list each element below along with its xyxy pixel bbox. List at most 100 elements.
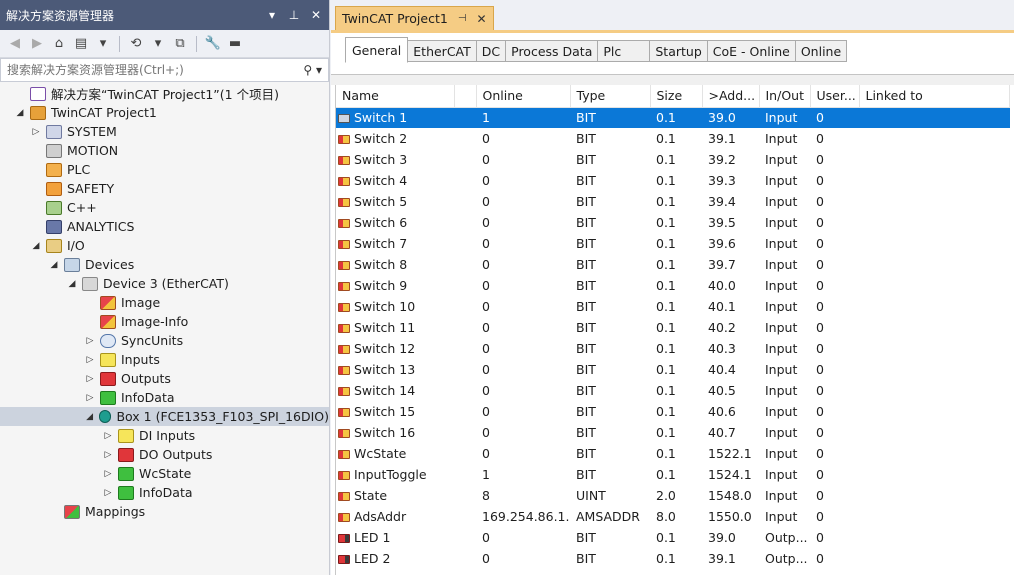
cell-linked-to[interactable] [859, 527, 1010, 548]
cell-online[interactable]: 0 [476, 254, 570, 275]
cell-inout[interactable]: Input [759, 443, 810, 464]
cell-online[interactable]: 0 [476, 548, 570, 569]
expand-arrow-icon[interactable]: ▷ [84, 393, 96, 403]
cell-addr[interactable]: 40.3 [702, 338, 759, 359]
cell-linked-to[interactable] [859, 170, 1010, 191]
cell-online[interactable]: 0 [476, 380, 570, 401]
cell-size[interactable]: 0.1 [650, 254, 702, 275]
column-header-address[interactable]: >Add... [702, 85, 760, 108]
table-row[interactable]: Switch 14 0 BIT 0.1 40.5 Input 0 [336, 380, 1010, 401]
cell-name[interactable]: Switch 13 [336, 359, 476, 380]
cell-type[interactable]: BIT [570, 212, 650, 233]
cell-addr[interactable]: 40.0 [702, 275, 759, 296]
cell-addr[interactable]: 39.1 [702, 548, 759, 569]
cell-size[interactable]: 0.1 [650, 296, 702, 317]
tab-startup[interactable]: Startup [650, 40, 708, 62]
cell-inout[interactable]: Input [759, 401, 810, 422]
tree-node-wcstate[interactable]: ▷ WcState [0, 464, 329, 483]
cell-type[interactable]: BIT [570, 149, 650, 170]
table-row[interactable]: Switch 3 0 BIT 0.1 39.2 Input 0 [336, 149, 1010, 170]
collapse-arrow-icon[interactable]: ◢ [14, 108, 26, 118]
cell-size[interactable]: 0.1 [650, 170, 702, 191]
cell-inout[interactable]: Outp... [759, 527, 810, 548]
cell-addr[interactable]: 39.6 [702, 233, 759, 254]
cell-name[interactable]: Switch 9 [336, 275, 476, 296]
cell-addr[interactable]: 1550.0 [702, 506, 759, 527]
table-row[interactable]: Switch 15 0 BIT 0.1 40.6 Input 0 [336, 401, 1010, 422]
cell-addr[interactable]: 39.2 [702, 149, 759, 170]
close-icon[interactable]: ✕ [307, 6, 325, 24]
expand-arrow-icon[interactable]: ▷ [102, 469, 114, 479]
cell-linked-to[interactable] [859, 506, 1010, 527]
cell-type[interactable]: BIT [570, 275, 650, 296]
table-row[interactable]: Switch 10 0 BIT 0.1 40.1 Input 0 [336, 296, 1010, 317]
table-row[interactable]: InputToggle 1 BIT 0.1 1524.1 Input 0 [336, 464, 1010, 485]
cell-linked-to[interactable] [859, 359, 1010, 380]
cell-addr[interactable]: 39.3 [702, 170, 759, 191]
cell-linked-to[interactable] [859, 254, 1010, 275]
cell-inout[interactable]: Input [759, 506, 810, 527]
cell-name[interactable]: Switch 14 [336, 380, 476, 401]
cell-addr[interactable]: 1548.0 [702, 485, 759, 506]
cell-user[interactable]: 0 [810, 464, 859, 485]
table-row[interactable]: AdsAddr 169.254.86.1... AMSADDR 8.0 1550.0 In… [336, 506, 1010, 527]
cell-size[interactable]: 0.1 [650, 128, 702, 149]
cell-user[interactable]: 0 [810, 191, 859, 212]
cell-type[interactable]: UINT [570, 485, 650, 506]
cell-type[interactable]: BIT [570, 527, 650, 548]
table-row[interactable]: Switch 7 0 BIT 0.1 39.6 Input 0 [336, 233, 1010, 254]
table-row[interactable]: Switch 11 0 BIT 0.1 40.2 Input 0 [336, 317, 1010, 338]
tree-node-solution[interactable]: 解决方案“TwinCAT Project1”(1 个项目) [0, 84, 329, 103]
table-row[interactable]: Switch 9 0 BIT 0.1 40.0 Input 0 [336, 275, 1010, 296]
cell-addr[interactable]: 39.7 [702, 254, 759, 275]
cell-type[interactable]: AMSADDR [570, 506, 650, 527]
cell-user[interactable]: 0 [810, 548, 859, 569]
switch-views-dropdown-icon[interactable]: ▾ [94, 35, 112, 53]
column-header-inout[interactable]: In/Out [759, 85, 811, 108]
cell-online[interactable]: 0 [476, 212, 570, 233]
tree-node-infodata[interactable]: ▷ InfoData [0, 388, 329, 407]
collapse-arrow-icon[interactable]: ◢ [30, 241, 42, 251]
pending-changes-dropdown-icon[interactable]: ▾ [149, 35, 167, 53]
expand-arrow-icon[interactable]: ▷ [84, 374, 96, 384]
cell-user[interactable]: 0 [810, 380, 859, 401]
expand-arrow-icon[interactable]: ▷ [84, 336, 96, 346]
cell-online[interactable]: 0 [476, 191, 570, 212]
cell-addr[interactable]: 40.1 [702, 296, 759, 317]
cell-name[interactable]: Switch 16 [336, 422, 476, 443]
tree-node-cpp[interactable]: C++ [0, 198, 329, 217]
splitter-bar[interactable] [331, 75, 1014, 85]
cell-name[interactable]: Switch 7 [336, 233, 476, 254]
cell-online[interactable]: 8 [476, 485, 570, 506]
cell-size[interactable]: 0.1 [650, 380, 702, 401]
expand-arrow-icon[interactable]: ▷ [102, 431, 114, 441]
column-header-user[interactable]: User... [810, 85, 860, 108]
cell-linked-to[interactable] [859, 212, 1010, 233]
cell-inout[interactable]: Input [759, 128, 810, 149]
cell-size[interactable]: 0.1 [650, 338, 702, 359]
tab-ethercat[interactable]: EtherCAT [408, 40, 477, 62]
cell-size[interactable]: 0.1 [650, 191, 702, 212]
cell-type[interactable]: BIT [570, 401, 650, 422]
search-icon[interactable]: ⚲ ▾ [303, 63, 322, 77]
table-row[interactable]: State 8 UINT 2.0 1548.0 Input 0 [336, 485, 1010, 506]
column-header-online[interactable]: Online [476, 85, 571, 108]
cell-size[interactable]: 0.1 [650, 464, 702, 485]
cell-type[interactable]: BIT [570, 338, 650, 359]
table-row[interactable]: Switch 2 0 BIT 0.1 39.1 Input 0 [336, 128, 1010, 149]
expand-arrow-icon[interactable]: ▷ [30, 127, 42, 137]
cell-inout[interactable]: Input [759, 275, 810, 296]
tree-node-devices[interactable]: ◢ Devices [0, 255, 329, 274]
cell-linked-to[interactable] [859, 338, 1010, 359]
cell-size[interactable]: 2.0 [650, 485, 702, 506]
cell-user[interactable]: 0 [810, 422, 859, 443]
cell-online[interactable]: 0 [476, 359, 570, 380]
cell-name[interactable]: Switch 3 [336, 149, 476, 170]
cell-type[interactable]: BIT [570, 233, 650, 254]
cell-size[interactable]: 0.1 [650, 317, 702, 338]
cell-online[interactable]: 1 [476, 464, 570, 485]
tree-node-project[interactable]: ◢ TwinCAT Project1 [0, 103, 329, 122]
collapse-all-icon[interactable]: ⧉ [171, 35, 189, 53]
tab-process-data[interactable]: Process Data [506, 40, 599, 62]
cell-user[interactable]: 0 [810, 485, 859, 506]
